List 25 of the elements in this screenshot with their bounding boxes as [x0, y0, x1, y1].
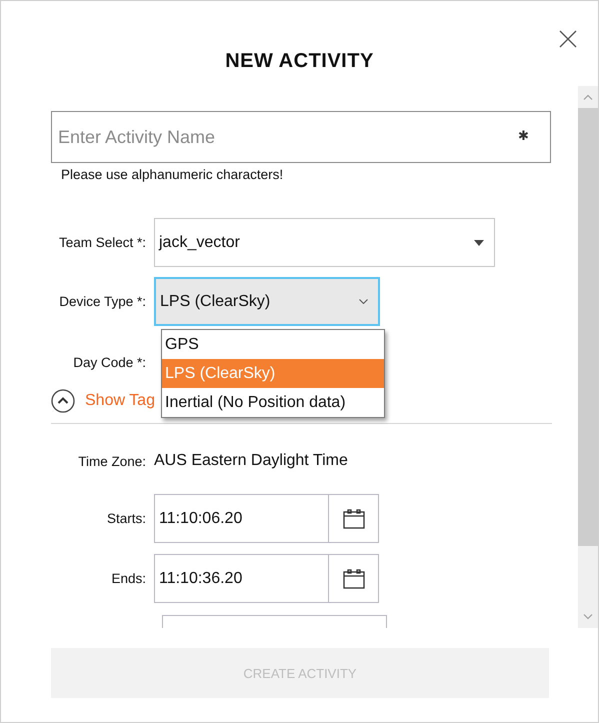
caret-icon — [474, 240, 484, 246]
required-mark: ✱ — [518, 128, 529, 143]
calendar-button[interactable] — [329, 554, 379, 603]
time-field[interactable]: 11:10:36.20 — [154, 554, 329, 603]
dropdown-option[interactable]: Inertial (No Position data) — [162, 388, 384, 417]
chevron-icon — [359, 299, 368, 304]
field-label: Time Zone: — [77, 454, 147, 468]
field-label: Team Select *: — [58, 235, 147, 250]
chevron-up-icon — [51, 389, 75, 413]
dialog-title: NEW ACTIVITY — [225, 50, 374, 72]
calendar-icon — [342, 508, 364, 528]
scrollbar[interactable] — [578, 86, 598, 628]
field-label: Device Type *: — [58, 294, 147, 309]
calendar-button[interactable] — [329, 494, 379, 543]
hint-text: Please use alphanumeric characters! — [61, 167, 284, 182]
device-type-dropdown[interactable]: LPS (ClearSky) — [154, 277, 380, 326]
team-dropdown[interactable]: jack_vector — [154, 218, 495, 267]
field-label: Starts: — [106, 511, 147, 526]
field-label: Ends: — [110, 571, 147, 586]
dropdown-option[interactable]: GPS — [162, 330, 384, 359]
field-label: Day Code *: — [72, 354, 147, 370]
time-field[interactable]: 11:10:06.20 — [154, 494, 329, 543]
close-button[interactable] — [558, 29, 578, 49]
calendar-icon — [342, 568, 364, 588]
time-zone-value: AUS Eastern Daylight Time — [154, 452, 348, 470]
